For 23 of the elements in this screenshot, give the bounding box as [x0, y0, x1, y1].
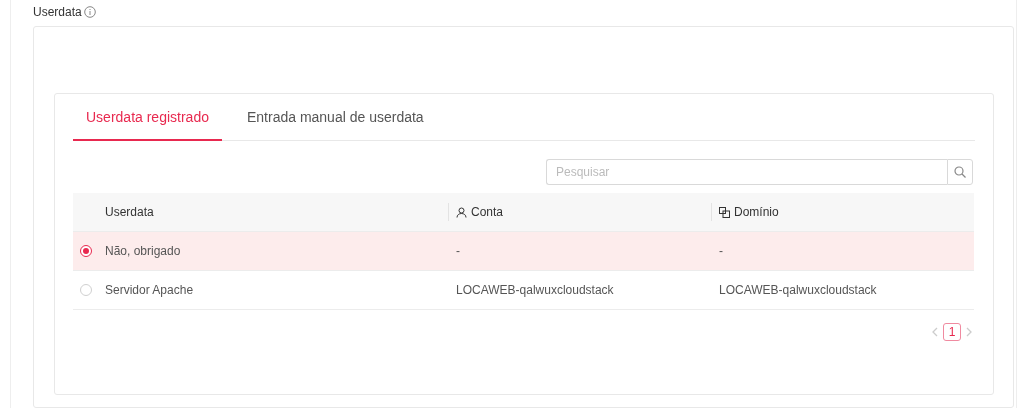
search-field[interactable]: Pesquisar [546, 159, 947, 185]
table-cell-text: - [718, 244, 724, 258]
table-cell-text: Não, obrigado [105, 244, 182, 258]
next-page-icon[interactable] [965, 327, 973, 337]
tab[interactable]: Entrada manual de userdata [233, 94, 437, 141]
info-icon [83, 6, 96, 18]
table-cell-text: LOCAWEB-qalwuxcloudstack [455, 283, 615, 297]
radio-button[interactable] [80, 245, 92, 257]
previous-page-icon[interactable] [931, 327, 939, 337]
table-cell-text: Servidor Apache [105, 283, 195, 297]
search-icon [954, 166, 966, 178]
table-cell-text: LOCAWEB-qalwuxcloudstack [718, 283, 878, 297]
column-header: Conta [471, 205, 504, 219]
section-label: Userdata [33, 5, 82, 19]
search-button[interactable] [947, 159, 973, 185]
user-icon [456, 206, 467, 218]
table-row[interactable]: Não, obrigado - - [73, 232, 974, 271]
page-button[interactable]: 1 [943, 323, 961, 341]
column-header: Userdata [105, 205, 154, 219]
tab[interactable]: Userdata registrado [73, 94, 222, 141]
column-header: Domínio [734, 205, 779, 219]
overlap-squares-icon [719, 206, 730, 218]
table-cell-text: - [455, 244, 461, 258]
